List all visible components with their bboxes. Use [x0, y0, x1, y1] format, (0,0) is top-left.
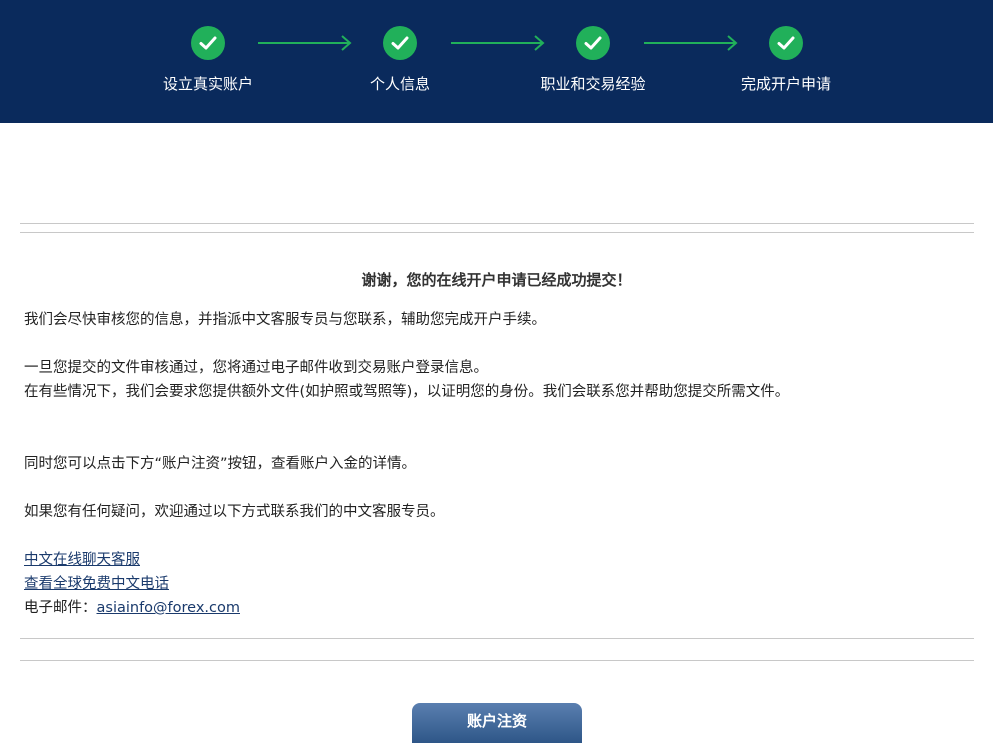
divider	[20, 223, 974, 224]
email-link[interactable]: asiainfo@forex.com	[97, 600, 241, 616]
chat-support-link[interactable]: 中文在线聊天客服	[24, 552, 140, 568]
phone-support-link[interactable]: 查看全球免费中文电话	[24, 576, 169, 592]
confirmation-message: 谢谢，您的在线开户申请已经成功提交！ 我们会尽快审核您的信息，并指派中文客服专员…	[24, 268, 969, 620]
divider	[20, 638, 974, 639]
divider	[20, 232, 974, 233]
step-4: 完成开户申请	[706, 26, 866, 94]
check-icon	[191, 26, 225, 60]
message-review: 我们会尽快审核您的信息，并指派中文客服专员与您联系，辅助您完成开户手续。	[24, 312, 546, 328]
check-icon	[769, 26, 803, 60]
step-label: 个人信息	[369, 75, 430, 93]
message-login-info: 一旦您提交的文件审核通过，您将通过电子邮件收到交易账户登录信息。	[24, 360, 488, 376]
email-label: 电子邮件：	[24, 600, 97, 616]
message-contact: 如果您有任何疑问，欢迎通过以下方式联系我们的中文客服专员。	[24, 504, 445, 520]
step-label: 设立真实账户	[162, 75, 253, 93]
check-icon	[576, 26, 610, 60]
message-extra-docs: 在有些情况下，我们会要求您提供额外文件(如护照或驾照等)，以证明您的身份。我们会…	[24, 384, 790, 400]
progress-header: 设立真实账户 个人信息 职业和交易经验 完成开户申请	[0, 0, 993, 123]
fund-account-button[interactable]: 账户注资	[412, 703, 582, 743]
divider	[20, 660, 974, 661]
message-funding: 同时您可以点击下方“账户注资”按钮，查看账户入金的详情。	[24, 456, 417, 472]
step-label: 完成开户申请	[740, 75, 831, 93]
check-icon	[383, 26, 417, 60]
step-label: 职业和交易经验	[540, 75, 646, 93]
success-title: 谢谢，您的在线开户申请已经成功提交！	[361, 271, 632, 289]
